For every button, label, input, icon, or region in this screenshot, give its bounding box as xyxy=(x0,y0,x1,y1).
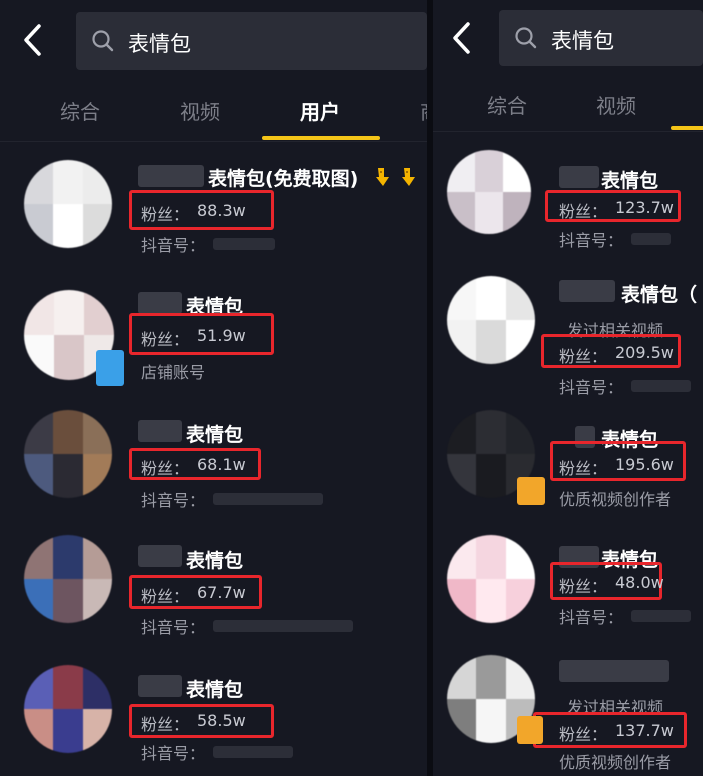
avatar-pixel xyxy=(24,709,54,753)
avatar-pixel xyxy=(505,655,535,699)
right-screenshot-panel: 表情包 综合 视频 表情包 粉丝： 123.7w 抖音号： 表情包（ 发过相关视频 粉丝： 209.… xyxy=(433,0,703,776)
left-screenshot-panel: 表情包综合视频用户商表情包(免费取图)粉丝：88.3w抖音号：表情包粉丝：51.… xyxy=(0,0,427,776)
avatar-pixel xyxy=(447,655,477,699)
fans-label: 粉丝： xyxy=(559,725,608,744)
user-result-row[interactable]: 表情包粉丝： 58.5w 抖音号： xyxy=(0,0,427,776)
avatar-pixel xyxy=(82,709,112,753)
creator-badge-icon xyxy=(517,716,543,744)
avatar-pixel xyxy=(53,665,83,709)
douyin-id-label: 抖音号： xyxy=(141,744,206,763)
account-type-label: 优质视频创作者 xyxy=(559,753,672,772)
avatar-pixel xyxy=(476,655,506,699)
avatar-pixel xyxy=(476,699,506,743)
blurred-douyin-id xyxy=(213,746,293,758)
fans-count: 58.5w xyxy=(197,711,246,730)
avatar-pixel xyxy=(53,709,83,753)
user-avatar[interactable] xyxy=(24,665,112,753)
username-text: 表情包 xyxy=(186,679,244,701)
avatar-pixel xyxy=(82,665,112,709)
fans-count: 137.7w xyxy=(615,721,674,740)
avatar-pixel xyxy=(24,665,54,709)
user-result-row[interactable]: 发过相关视频 粉丝： 137.7w 优质视频创作者 xyxy=(433,0,703,776)
fans-label: 粉丝： xyxy=(141,715,190,734)
avatar-pixel xyxy=(447,699,477,743)
blurred-username xyxy=(138,675,182,697)
blurred-username xyxy=(559,660,669,682)
